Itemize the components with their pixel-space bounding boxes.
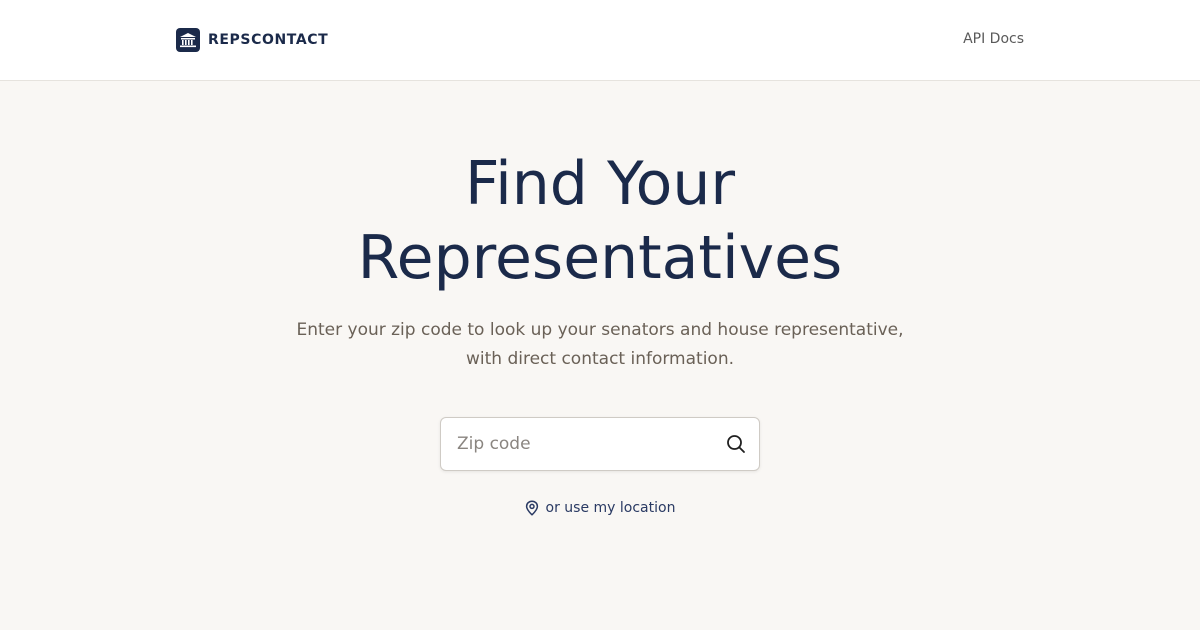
- capitol-building-icon: [176, 28, 200, 52]
- subtitle-line-2: with direct contact information.: [465, 349, 734, 369]
- title-line-2: Representatives: [357, 223, 843, 293]
- use-my-location-label: or use my location: [545, 500, 676, 516]
- site-header: REPSCONTACT API Docs: [0, 0, 1200, 81]
- brand-name: REPSCONTACT: [208, 32, 329, 48]
- subtitle-line-1: Enter your zip code to look up your sena…: [296, 320, 904, 340]
- title-line-1: Find Your: [464, 149, 736, 219]
- search-button[interactable]: [725, 433, 747, 455]
- api-docs-link[interactable]: API Docs: [963, 31, 1024, 47]
- map-pin-icon: [525, 500, 539, 516]
- brand[interactable]: REPSCONTACT: [176, 28, 328, 52]
- page-subtitle: Enter your zip code to look up your sena…: [0, 316, 1200, 374]
- use-my-location-link[interactable]: or use my location: [525, 500, 676, 516]
- hero-section: Find Your Representatives Enter your zip…: [0, 81, 1200, 520]
- zip-search-box: [440, 417, 760, 471]
- search-icon: [727, 435, 745, 453]
- zip-code-input[interactable]: [441, 418, 721, 470]
- page-title: Find Your Representatives: [0, 147, 1200, 295]
